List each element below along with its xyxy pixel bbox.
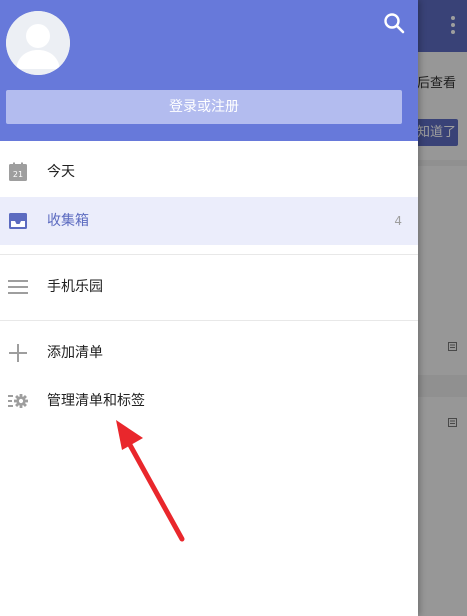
manage-lists-tags-button[interactable]: 管理清单和标签 xyxy=(0,377,418,425)
search-icon[interactable] xyxy=(382,11,406,35)
inbox-task-count: 4 xyxy=(394,214,402,228)
user-avatar[interactable] xyxy=(6,11,70,75)
drawer-divider xyxy=(0,320,418,321)
navigation-drawer: 登录或注册 21 今天 收集箱 4 手机乐园 添加清单 管理清单和标签 xyxy=(0,0,418,616)
login-register-button[interactable]: 登录或注册 xyxy=(6,90,402,124)
calendar-day-number: 21 xyxy=(13,170,23,179)
manage-gear-icon xyxy=(8,394,28,408)
drawer-divider xyxy=(0,254,418,255)
calendar-icon: 21 xyxy=(9,162,27,181)
plus-icon xyxy=(9,344,27,362)
list-icon xyxy=(8,280,28,294)
avatar-placeholder-icon xyxy=(6,11,70,75)
drawer-item-label: 今天 xyxy=(47,164,75,180)
drawer-item-label: 管理清单和标签 xyxy=(47,393,145,409)
drawer-item-list[interactable]: 手机乐园 xyxy=(0,263,418,311)
drawer-item-inbox[interactable]: 收集箱 4 xyxy=(0,197,418,245)
drawer-item-label: 手机乐园 xyxy=(47,279,103,295)
drawer-item-today[interactable]: 21 今天 xyxy=(0,148,418,196)
drawer-header: 登录或注册 xyxy=(0,0,418,141)
drawer-item-label: 添加清单 xyxy=(47,345,103,361)
drawer-item-label: 收集箱 xyxy=(47,213,89,229)
add-list-button[interactable]: 添加清单 xyxy=(0,329,418,377)
inbox-icon xyxy=(9,213,27,229)
